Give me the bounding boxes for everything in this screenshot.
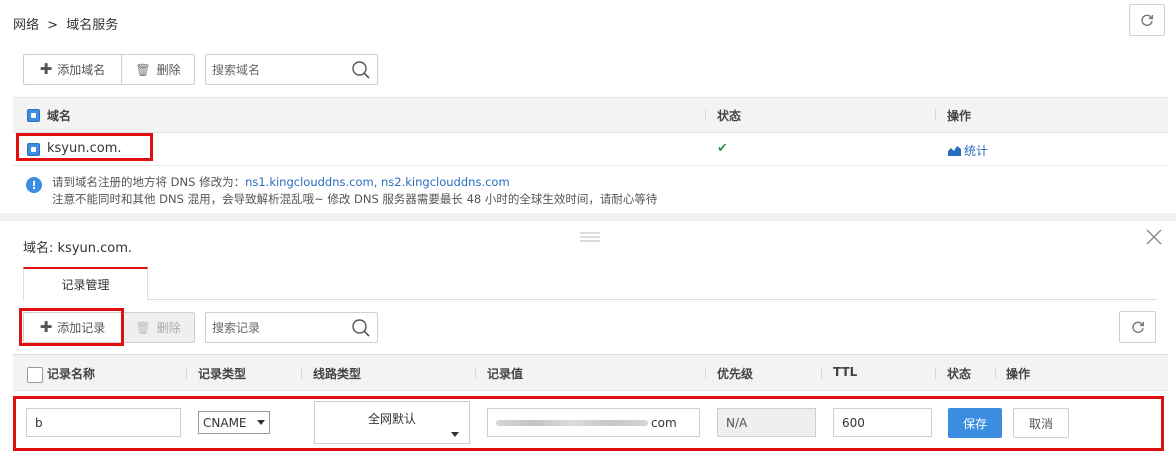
ns-servers: ns1.kingclouddns.com, ns2.kingclouddns.c… (245, 175, 510, 189)
header-domain: 域名 (47, 109, 72, 123)
header-divider (821, 367, 822, 379)
header-line-type: 线路类型 (313, 367, 362, 381)
header-record-name: 记录名称 (47, 367, 96, 381)
header-divider (705, 367, 706, 379)
chart-icon (948, 146, 961, 156)
highlight-edit-row (13, 396, 1164, 451)
header-record-type: 记录类型 (198, 367, 247, 381)
header-divider (995, 367, 996, 379)
info-icon: ! (26, 177, 42, 193)
domain-search-input[interactable] (212, 55, 342, 84)
domain-label: 域名: ksyun.com. (23, 241, 133, 256)
header-record-status: 状态 (947, 367, 972, 381)
header-record-value: 记录值 (487, 367, 524, 381)
select-all-checkbox[interactable] (27, 109, 40, 122)
plus-icon: ✚ (39, 60, 53, 78)
table-row[interactable]: ksyun.com. ✔ 统计 (13, 133, 1168, 166)
panel-divider (0, 213, 1176, 221)
breadcrumb: 网络 > 域名服务 (13, 14, 118, 33)
tab-bar-line (147, 299, 1157, 300)
header-action: 操作 (947, 109, 972, 123)
delete-domain-button[interactable]: 🗑 删除 (121, 54, 195, 85)
header-status: 状态 (717, 109, 742, 123)
close-icon[interactable] (1146, 229, 1162, 245)
record-table-header: 记录名称 记录类型 线路类型 记录值 优先级 TTL 状态 操作 (13, 354, 1168, 391)
trash-icon: 🗑 (135, 62, 151, 77)
refresh-icon (1141, 14, 1154, 26)
header-divider (475, 367, 476, 379)
check-icon: ✔ (717, 141, 728, 156)
highlight-add-record (19, 308, 124, 346)
select-all-records-checkbox[interactable] (27, 367, 43, 383)
notice-line1: 请到域名注册的地方将 DNS 修改为：ns1.kingclouddns.com,… (52, 175, 510, 189)
header-divider (705, 109, 706, 121)
header-divider (935, 367, 936, 379)
delete-record-button[interactable]: 🗑 删除 (121, 312, 195, 343)
drag-handle-icon[interactable] (580, 232, 600, 242)
refresh-button[interactable] (1129, 4, 1165, 36)
breadcrumb-current: 域名服务 (66, 18, 119, 33)
record-refresh-button[interactable] (1119, 311, 1156, 343)
header-priority: 优先级 (717, 367, 754, 381)
highlight-domain-row (16, 133, 153, 161)
header-divider (186, 367, 187, 379)
dns-notice: ! 请到域名注册的地方将 DNS 修改为：ns1.kingclouddns.co… (13, 166, 1168, 212)
trash-icon: 🗑 (135, 320, 151, 335)
domain-search[interactable] (205, 54, 378, 85)
tab-record-management[interactable]: 记录管理 (23, 267, 148, 300)
add-domain-button[interactable]: ✚ 添加域名 (23, 54, 122, 85)
record-search[interactable] (205, 312, 378, 343)
search-icon[interactable] (351, 60, 371, 80)
notice-line2: 注意不能同时和其他 DNS 混用，会导致解析混乱哦~ 修改 DNS 服务器需要最… (52, 192, 658, 206)
breadcrumb-separator: > (47, 18, 59, 33)
refresh-icon (1131, 321, 1144, 333)
header-divider (301, 367, 302, 379)
search-icon[interactable] (351, 318, 371, 338)
header-ttl: TTL (833, 365, 858, 379)
header-divider (935, 109, 936, 121)
domain-table-header: 域名 状态 操作 (13, 97, 1168, 133)
record-search-input[interactable] (212, 313, 342, 342)
breadcrumb-network[interactable]: 网络 (13, 18, 39, 33)
stats-link[interactable]: 统计 (948, 142, 988, 159)
header-record-action: 操作 (1006, 367, 1031, 381)
